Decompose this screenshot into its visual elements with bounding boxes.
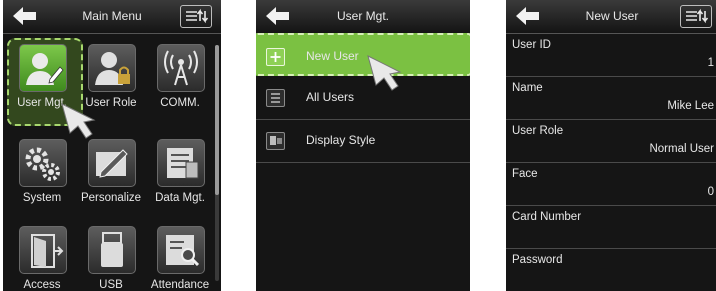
field-card-number[interactable]: Card Number xyxy=(506,205,716,249)
field-name[interactable]: Name Mike Lee xyxy=(506,76,716,120)
list-icon xyxy=(266,89,285,107)
menu-item-personalize[interactable]: Personalize xyxy=(76,135,146,217)
pen-icon xyxy=(88,139,136,187)
menu-item-label: Personalize xyxy=(80,192,142,204)
scrollbar-thumb[interactable] xyxy=(215,45,219,195)
pointer-hand-icon xyxy=(367,55,402,91)
menu-item-attendance[interactable]: Attendance xyxy=(145,222,215,291)
field-user-id[interactable]: User ID 1 xyxy=(506,33,716,77)
sort-menu-icon xyxy=(686,8,709,24)
usb-drive-icon xyxy=(88,226,136,274)
field-value: Mike Lee xyxy=(667,100,714,112)
title-bar: Main Menu xyxy=(3,0,221,34)
field-value: 0 xyxy=(707,186,714,198)
list-item-all-users[interactable]: All Users xyxy=(256,76,470,120)
field-label: Name xyxy=(512,82,543,94)
field-label: Face xyxy=(512,168,538,180)
field-password[interactable]: Password xyxy=(506,248,716,291)
menu-item-label: Attendance xyxy=(150,279,210,291)
user-edit-icon xyxy=(19,44,67,92)
new-user-screen: New User User ID 1 Name Mike Lee User Ro… xyxy=(506,0,716,291)
display-icon xyxy=(266,132,285,150)
list-item-new-user[interactable]: New User xyxy=(256,33,470,76)
field-value: 1 xyxy=(707,57,714,69)
sort-menu-icon xyxy=(186,8,209,24)
field-label: User ID xyxy=(512,39,551,51)
title-bar: New User xyxy=(506,0,716,34)
list-item-label: Display Style xyxy=(306,133,376,147)
scrollbar[interactable] xyxy=(215,45,219,281)
menu-button[interactable] xyxy=(178,4,214,28)
database-icon xyxy=(157,139,205,187)
menu-item-access[interactable]: Access xyxy=(7,222,77,291)
title-bar: User Mgt. xyxy=(256,0,470,34)
user-lock-icon xyxy=(88,44,136,92)
pointer-hand-icon xyxy=(61,103,96,139)
antenna-icon xyxy=(157,44,205,92)
menu-item-label: COMM. xyxy=(160,97,200,109)
field-label: User Role xyxy=(512,125,564,137)
list-item-label: All Users xyxy=(306,90,355,104)
menu-item-comm[interactable]: COMM. xyxy=(145,40,215,122)
main-menu-screen: Main Menu User Mgt. User Role COMM. Syst… xyxy=(3,0,221,291)
menu-item-label: Data Mgt. xyxy=(155,192,205,204)
plus-icon xyxy=(266,48,285,66)
user-mgt-screen: User Mgt. New User All Users Display Sty… xyxy=(256,0,470,291)
menu-item-label: Access xyxy=(23,279,61,291)
report-search-icon xyxy=(157,226,205,274)
field-user-role[interactable]: User Role Normal User xyxy=(506,119,716,163)
gears-icon xyxy=(19,139,67,187)
field-label: Password xyxy=(512,254,563,266)
field-label: Card Number xyxy=(512,211,582,223)
menu-item-label: System xyxy=(22,192,62,204)
menu-button[interactable] xyxy=(678,4,714,28)
field-value: Normal User xyxy=(649,143,714,155)
field-face[interactable]: Face 0 xyxy=(506,162,716,206)
menu-item-system[interactable]: System xyxy=(7,135,77,217)
menu-item-usb[interactable]: USB xyxy=(76,222,146,291)
menu-item-data-mgt[interactable]: Data Mgt. xyxy=(145,135,215,217)
door-icon xyxy=(19,226,67,274)
list-item-display-style[interactable]: Display Style xyxy=(256,119,470,163)
list-item-label: New User xyxy=(306,49,359,63)
menu-item-label: USB xyxy=(99,279,123,291)
page-title: User Mgt. xyxy=(336,9,389,23)
